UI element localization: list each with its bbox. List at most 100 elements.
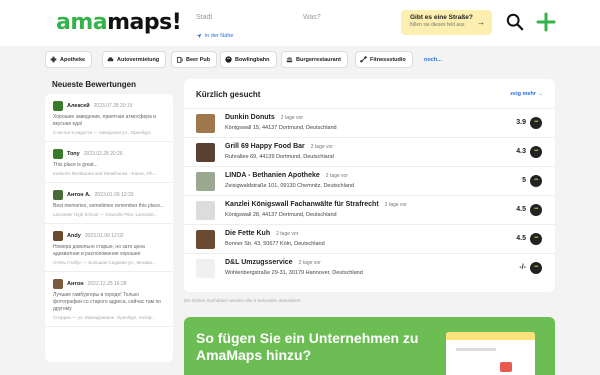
time-ago: 2 tage vor [280, 115, 304, 121]
list-item[interactable]: Grill 69 Happy Food Bar 2 tage vor Ruhral… [184, 137, 555, 166]
review-text: This place is great... [53, 162, 98, 168]
add-plus-icon[interactable] [536, 12, 556, 32]
business-address: Wohlenbergstraße 29-31, 30179 Hannover, … [225, 270, 363, 276]
rating-badge-icon [530, 204, 542, 216]
what-input[interactable]: Was? [303, 14, 321, 21]
arrow-right-icon: → [477, 18, 485, 27]
chip-beer-pub[interactable]: Beer Pub [171, 51, 218, 68]
business-thumbnail [196, 172, 215, 191]
chip-bowlingbahn[interactable]: Bowlingbahn [220, 51, 277, 68]
review-item[interactable]: Tony 2023.02.28 20:26 This place is great… [45, 142, 173, 183]
illustration-red-block [500, 362, 512, 372]
list-item[interactable]: LINDA - Bethanien Apotheke 2 tage vor Zei… [184, 166, 555, 195]
list-item[interactable]: Kanzlei Königswall Fachanwälte für Straf… [184, 195, 555, 224]
pharmacy-icon [50, 56, 57, 63]
chip-label: Apotheke [60, 56, 86, 63]
review-author: Антон [67, 281, 84, 287]
time-ago: 2 tage vor [384, 202, 407, 208]
chip-label: Beer Pub [186, 56, 211, 63]
chip-burgerrestaurant[interactable]: Burgerrestaurant [281, 51, 348, 68]
rating-badge-icon [530, 233, 542, 245]
review-source: Lancaster High School — Granville Pike, … [53, 212, 158, 217]
review-text: Номера довольно старые, но зато цена аде… [53, 244, 145, 257]
reviews-title: Neueste Bewertungen [52, 80, 137, 89]
review-author: Антон А. [67, 192, 91, 198]
list-item[interactable]: Dunkin Donuts 2 tage vor Königswall 15, 4… [184, 108, 555, 137]
business-address: Zeisigwaldstraße 101, 09130 Chemnitz, De… [225, 183, 355, 189]
chip-label: Burgerrestaurant [296, 56, 341, 63]
rating-badge-icon [530, 117, 542, 129]
nearby-label: in der Nähe [205, 33, 234, 39]
rating-badge-icon [530, 175, 542, 187]
business-thumbnail [196, 230, 215, 249]
business-thumbnail [196, 259, 215, 278]
list-item[interactable]: Die Fette Kuh 2 tage vor Bonner Str. 43, … [184, 224, 555, 253]
banner-title: So fügen Sie ein Unternehmen zu AmaMaps … [196, 330, 419, 363]
review-source: Спорриз — ул. Мажарриване, Оренбург, тел… [53, 315, 156, 320]
business-address: Königswall 28, 44137 Dortmund, Deutschla… [225, 212, 337, 218]
category-chips: Apotheke Autovermietung Beer Pub Bowling… [0, 46, 600, 74]
rating-score: 4.5 [516, 235, 526, 242]
logo[interactable]: amamaps! [56, 10, 182, 36]
review-source: Счастье в радости — Заводская ул., Оренб… [53, 130, 154, 135]
rating-score: -/- [519, 264, 526, 271]
review-date: 2023.07.28 20:15 [93, 103, 133, 109]
nearby-button[interactable]: in der Nähe [196, 33, 233, 39]
fitness-icon [360, 56, 367, 63]
time-ago: 2 tage vor [310, 144, 333, 150]
review-item[interactable]: Антон А. 2023.01.09 12:33 Best memories, … [45, 183, 173, 224]
burger-icon [286, 57, 293, 63]
review-item[interactable]: Andy 2023.01.09 12:02 Номера довольно ста… [45, 224, 173, 272]
search-icon[interactable] [506, 13, 524, 31]
more-categories-link[interactable]: noch... [424, 57, 442, 63]
latest-reviews-panel: Алексей 2023.07.28 20:15 Хорошее заведени… [45, 94, 173, 362]
review-text: Хорошее заведение, приятная атмосфера и … [53, 114, 156, 127]
top-header: amamaps! Stadt in der Nähe Was? Gibt es … [0, 0, 600, 46]
logo-part-maps: maps! [107, 10, 182, 35]
chip-autovermietung[interactable]: Autovermietung [102, 51, 167, 68]
business-name: Die Fette Kuh [225, 230, 271, 237]
city-input[interactable]: Stadt [196, 14, 212, 21]
add-street-promo[interactable]: Gibt es eine Straße? füllen sie dieses f… [401, 10, 492, 35]
rating-score: 4.3 [516, 148, 526, 155]
beer-icon [176, 56, 183, 63]
recent-list: Dunkin Donuts 2 tage vor Königswall 15, 4… [184, 108, 555, 282]
business-address: Königswall 15, 44137 Dortmund, Deutschla… [225, 125, 337, 131]
business-thumbnail [196, 201, 215, 220]
chip-fitnessstudio[interactable]: Fitnessstudio [355, 51, 413, 68]
review-item[interactable]: Алексей 2023.07.28 20:15 Хорошее заведени… [45, 94, 173, 142]
review-date: 2022.12.25 16:28 [87, 281, 127, 287]
review-author: Andy [67, 233, 81, 239]
time-ago: 2 tage vor [325, 173, 349, 179]
business-name: Kanzlei Königswall Fachanwälte für Straf… [225, 201, 379, 208]
car-rental-icon [107, 57, 114, 62]
promo-subtitle: füllen sie dieses feld aus [410, 22, 465, 28]
review-date: 2023.02.28 20:26 [83, 151, 123, 157]
review-date: 2023.01.09 12:02 [84, 233, 124, 239]
promo-title: Gibt es eine Straße? [410, 14, 473, 21]
avatar [53, 231, 63, 241]
rating-score: 4.5 [516, 206, 526, 213]
review-author: Tony [67, 151, 80, 157]
list-item[interactable]: D&L Umzugsservice 2 tage vor Wohlenbergst… [184, 253, 555, 282]
show-more-link[interactable]: zeig mehr → [510, 91, 543, 97]
avatar [53, 149, 63, 159]
chip-apotheke[interactable]: Apotheke [45, 51, 93, 68]
avatar [53, 190, 63, 200]
avatar [53, 101, 63, 111]
business-thumbnail [196, 143, 215, 162]
review-text: Best memories, sometimes remember this p… [53, 203, 165, 209]
review-item[interactable]: Антон 2022.12.25 16:28 Лучшие гамбургеры … [45, 272, 173, 327]
add-business-banner[interactable]: So fügen Sie ein Unternehmen zu AmaMaps … [184, 317, 555, 375]
business-thumbnail [196, 114, 215, 133]
time-ago: 2 tage vor [298, 260, 321, 266]
review-date: 2023.01.09 12:33 [94, 192, 134, 198]
business-address: Ruhrallee 69, 44139 Dortmund, Deutschlan… [225, 154, 334, 160]
card-title: Kürzlich gesucht [196, 90, 261, 99]
business-name: D&L Umzugsservice [225, 259, 293, 266]
chip-label: Fitnessstudio [370, 56, 406, 63]
review-text: Лучшие гамбургеры в городе! Только фотог… [53, 292, 161, 312]
business-address: Bonner Str. 43, 50677 Köln, Deutschland [225, 241, 325, 247]
logo-part-ama: ama [56, 10, 108, 35]
avatar [53, 279, 63, 289]
